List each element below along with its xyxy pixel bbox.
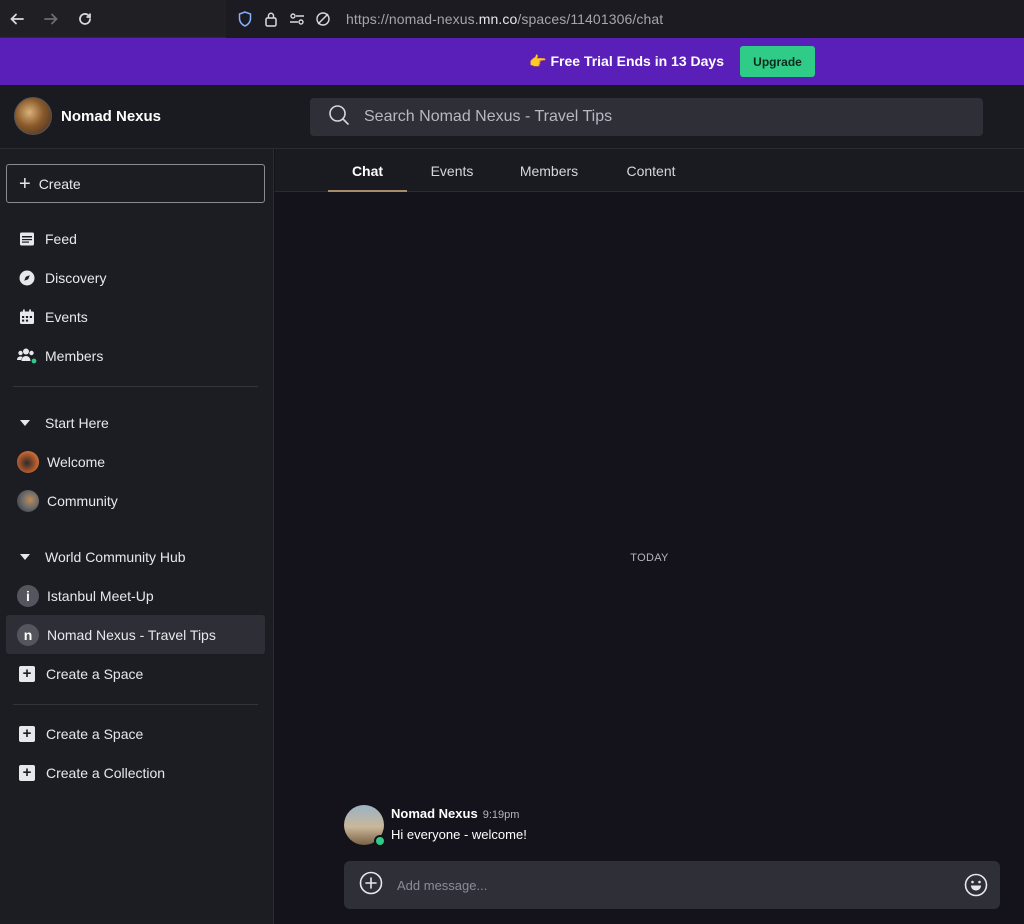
message-author[interactable]: Nomad Nexus <box>391 806 478 821</box>
search-input[interactable] <box>364 108 944 126</box>
sidebar-item-label: Discovery <box>45 269 107 286</box>
tab-chat[interactable]: Chat <box>328 149 407 192</box>
reload-icon[interactable] <box>68 0 102 38</box>
address-bar[interactable]: https://nomad-nexus.mn.co/spaces/1140130… <box>226 0 1024 38</box>
sidebar-item-label: Members <box>45 347 104 364</box>
create-label: Create <box>38 175 81 192</box>
browser-toolbar: https://nomad-nexus.mn.co/spaces/1140130… <box>0 0 1024 38</box>
sidebar-item-istanbul-meetup[interactable]: i Istanbul Meet-Up <box>6 576 265 615</box>
space-letter-avatar: n <box>17 623 39 646</box>
create-button[interactable]: + Create <box>6 164 265 203</box>
add-attachment-icon[interactable] <box>359 871 383 900</box>
message-avatar[interactable] <box>344 805 386 847</box>
sidebar-item-label: Feed <box>45 230 77 247</box>
back-arrow-icon[interactable] <box>0 0 34 38</box>
sidebar-item-label: Welcome <box>47 453 106 470</box>
url-prefix: https://nomad-nexus. <box>346 11 479 27</box>
tab-events[interactable]: Events <box>419 149 485 192</box>
online-status-dot <box>374 835 386 847</box>
sidebar-item-create-space[interactable]: + Create a Space <box>6 654 265 693</box>
welcome-space-avatar <box>17 450 39 473</box>
brand-avatar[interactable] <box>14 97 52 135</box>
url-text[interactable]: https://nomad-nexus.mn.co/spaces/1140130… <box>346 11 663 27</box>
plus-square-icon: + <box>19 665 35 682</box>
message-composer <box>344 861 1000 909</box>
tab-content[interactable]: Content <box>617 149 685 192</box>
emoji-icon[interactable] <box>964 873 988 902</box>
chat-area: TODAY Nomad Nexus 9:19pm Hi everyone - we… <box>275 192 1024 924</box>
upgrade-button[interactable]: Upgrade <box>740 46 815 77</box>
message-time: 9:19pm <box>482 809 520 821</box>
compass-icon <box>17 268 37 288</box>
brand-name[interactable]: Nomad Nexus <box>61 108 161 125</box>
members-icon <box>17 346 37 366</box>
sidebar-divider <box>13 704 258 705</box>
sidebar-item-label: Nomad Nexus - Travel Tips <box>47 626 216 643</box>
sidebar-item-feed[interactable]: Feed <box>6 219 265 258</box>
community-space-avatar <box>17 489 39 512</box>
sidebar-item-community[interactable]: Community <box>6 481 265 520</box>
shield-icon[interactable] <box>234 8 256 30</box>
feed-icon <box>17 229 37 249</box>
brand[interactable]: Nomad Nexus <box>14 97 161 135</box>
sidebar-item-label: Create a Collection <box>46 764 166 781</box>
trial-message: Free Trial Ends in 13 Days <box>550 53 724 69</box>
sidebar-item-welcome[interactable]: Welcome <box>6 442 265 481</box>
sidebar-item-members[interactable]: Members <box>6 336 265 375</box>
trial-text: 👉 Free Trial Ends in 13 Days <box>529 53 724 70</box>
plus-square-icon: + <box>19 725 35 742</box>
search-box[interactable] <box>310 98 983 136</box>
sidebar-item-label: Events <box>45 308 88 325</box>
calendar-icon <box>17 307 37 327</box>
url-path: /spaces/11401306/chat <box>517 11 664 27</box>
section-title: World Community Hub <box>45 548 186 565</box>
message-body: Nomad Nexus 9:19pm Hi everyone - welcome! <box>391 805 527 845</box>
sidebar-item-label: Create a Space <box>46 665 144 682</box>
section-title: Start Here <box>45 414 109 431</box>
sidebar-item-travel-tips[interactable]: n Nomad Nexus - Travel Tips <box>6 615 265 654</box>
sidebar-create-space-button[interactable]: + Create a Space <box>6 714 265 753</box>
section-world-community-hub[interactable]: World Community Hub <box>6 537 265 576</box>
message-header: Nomad Nexus 9:19pm <box>391 805 527 823</box>
plus-icon: + <box>19 172 31 195</box>
search-icon <box>328 104 350 131</box>
caret-down-icon[interactable] <box>20 419 30 426</box>
space-tabs: Chat Events Members Content <box>275 149 1024 192</box>
sidebar: + Create Feed Discovery Events Members S… <box>0 149 274 924</box>
lock-icon[interactable] <box>260 8 282 30</box>
space-letter-avatar: i <box>17 584 39 607</box>
section-start-here[interactable]: Start Here <box>6 403 265 442</box>
trial-banner: 👉 Free Trial Ends in 13 Days Upgrade <box>0 38 1024 85</box>
chat-message: Nomad Nexus 9:19pm Hi everyone - welcome! <box>344 805 527 847</box>
message-text: Hi everyone - welcome! <box>391 827 527 842</box>
url-host: mn.co <box>478 11 518 27</box>
sidebar-item-discovery[interactable]: Discovery <box>6 258 265 297</box>
sidebar-create-collection-button[interactable]: + Create a Collection <box>6 753 265 792</box>
day-separator: TODAY <box>630 552 669 564</box>
sidebar-item-label: Istanbul Meet-Up <box>47 587 154 604</box>
tracking-blocked-icon[interactable] <box>312 8 334 30</box>
forward-arrow-icon[interactable] <box>34 0 68 38</box>
plus-square-icon: + <box>19 764 35 781</box>
sidebar-item-label: Community <box>47 492 118 509</box>
permissions-icon[interactable] <box>286 8 308 30</box>
message-input[interactable] <box>397 877 937 893</box>
app-header: Nomad Nexus <box>0 85 1024 149</box>
sidebar-item-label: Create a Space <box>46 725 144 742</box>
sidebar-divider <box>13 386 258 387</box>
sidebar-item-events[interactable]: Events <box>6 297 265 336</box>
tab-members[interactable]: Members <box>511 149 587 192</box>
pointing-hand-icon: 👉 <box>529 53 547 69</box>
caret-down-icon[interactable] <box>20 553 30 560</box>
